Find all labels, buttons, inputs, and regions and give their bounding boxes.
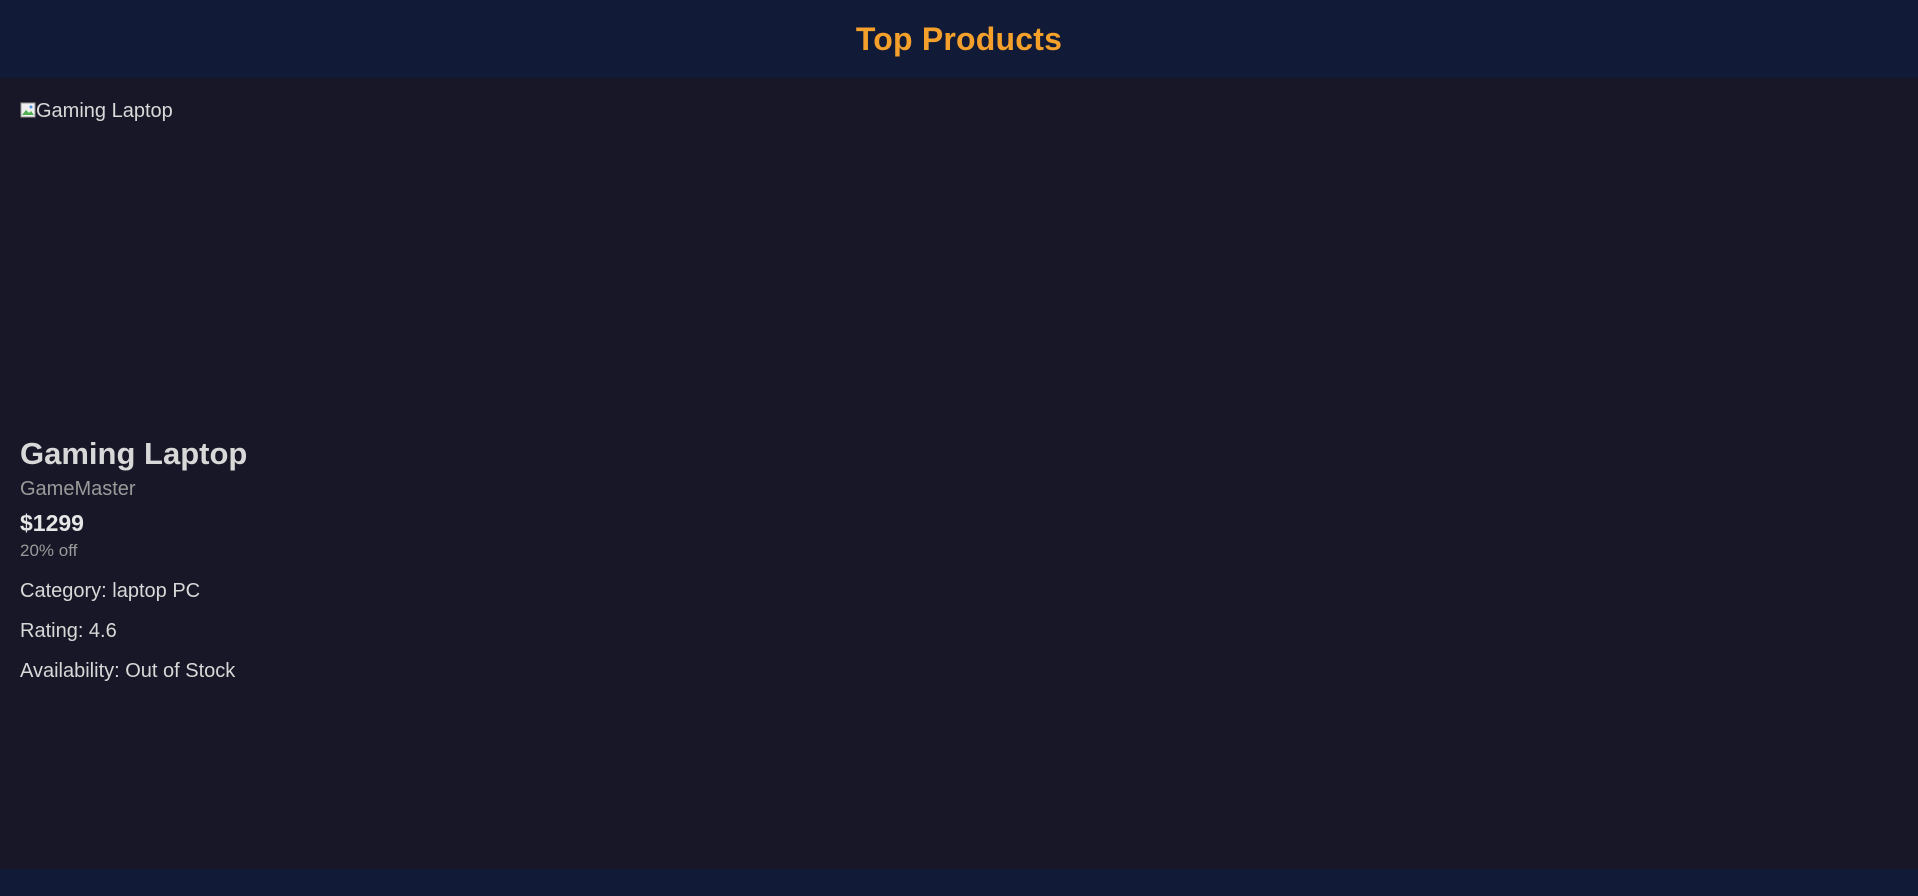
product-name: Gaming Laptop xyxy=(20,436,248,471)
product-image: Gaming Laptop xyxy=(20,100,420,436)
page-footer xyxy=(0,869,1918,896)
main-content: Gaming Laptop Gaming Laptop GameMaster $… xyxy=(0,78,1918,869)
product-price: $1299 xyxy=(20,510,84,536)
product-category: Category: laptop PC xyxy=(20,580,201,602)
page-header: Top Products xyxy=(0,0,1918,78)
product-availability: Availability: Out of Stock xyxy=(20,660,236,682)
product-brand: GameMaster xyxy=(20,478,136,500)
broken-image-icon xyxy=(20,101,36,118)
page-title: Top Products xyxy=(855,20,1063,57)
product-rating: Rating: 4.6 xyxy=(20,620,117,642)
product-discount: 20% off xyxy=(20,541,78,560)
product-image-alt-text: Gaming Laptop xyxy=(36,100,173,122)
product-card[interactable]: Gaming Laptop Gaming Laptop GameMaster $… xyxy=(20,100,420,683)
